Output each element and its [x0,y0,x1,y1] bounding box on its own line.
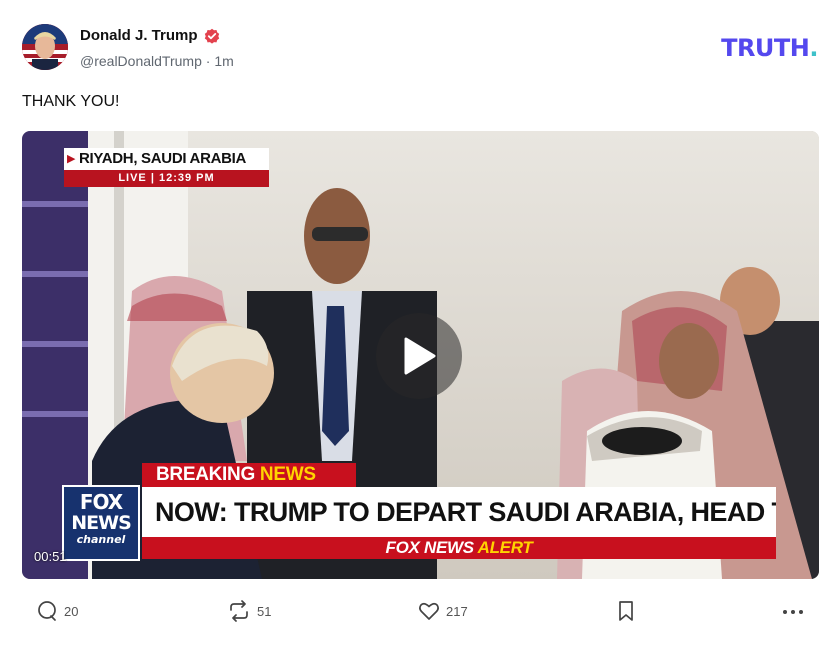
play-icon [402,337,436,375]
live-time: 12:39 PM [158,172,215,184]
breaking-text: BREAKING [156,464,255,485]
post-time[interactable]: 1m [214,53,233,69]
display-name[interactable]: Donald J. Trump [80,27,198,44]
brand-dot: . [809,34,818,62]
logo-news: NEWS [71,512,132,534]
video-timestamp: 00:51 [34,549,67,564]
like-count: 217 [446,603,468,619]
bookmark-button[interactable] [617,600,635,622]
location-arrow-icon: ▶ [67,153,76,165]
handle-row: @realDonaldTrump · 1m [80,53,234,69]
like-button[interactable]: 217 [418,600,468,622]
more-button[interactable] [782,600,804,622]
like-icon [418,600,440,622]
avatar[interactable] [22,24,68,70]
location-text: RIYADH, SAUDI ARABIA [79,150,247,167]
retruth-count: 51 [257,603,272,619]
reply-button[interactable]: 20 [36,600,78,622]
live-label: LIVE [118,172,147,184]
brand-name: TRUTH [721,34,810,62]
alert-fox-news: FOX NEWS [385,538,475,557]
retruth-icon [227,600,251,622]
handle[interactable]: @realDonaldTrump [80,53,202,69]
logo-fox: FOX [79,490,123,514]
truth-logo[interactable]: TRUTH. [721,34,818,62]
alert-text: ALERT [477,538,533,557]
fox-news-logo: FOX NEWS channel [62,485,140,561]
news-text: NEWS [259,464,316,485]
logo-channel: channel [76,533,126,546]
retruth-button[interactable]: 51 [227,600,271,622]
play-button[interactable] [376,313,462,399]
location-banner: ▶ RIYADH, SAUDI ARABIA LIVE | 12:39 PM [64,148,269,188]
post-actions: 20 51 217 [0,598,840,630]
breaking-news-banner: BREAKING NEWS [142,463,356,487]
post-header: Donald J. Trump @realDonaldTrump · 1m TR… [22,24,822,76]
alert-ticker: FOX NEWS ALERT [142,537,776,559]
video-player[interactable]: ▶ RIYADH, SAUDI ARABIA LIVE | 12:39 PM BR… [22,131,819,579]
bookmark-icon [617,600,635,622]
headline-ticker: NOW: TRUMP TO DEPART SAUDI ARABIA, HEAD … [142,487,776,537]
post-text: THANK YOU! [22,93,120,110]
reply-count: 20 [64,603,79,619]
verified-badge-icon [204,28,220,44]
reply-icon [36,600,58,622]
more-icon [782,600,804,622]
